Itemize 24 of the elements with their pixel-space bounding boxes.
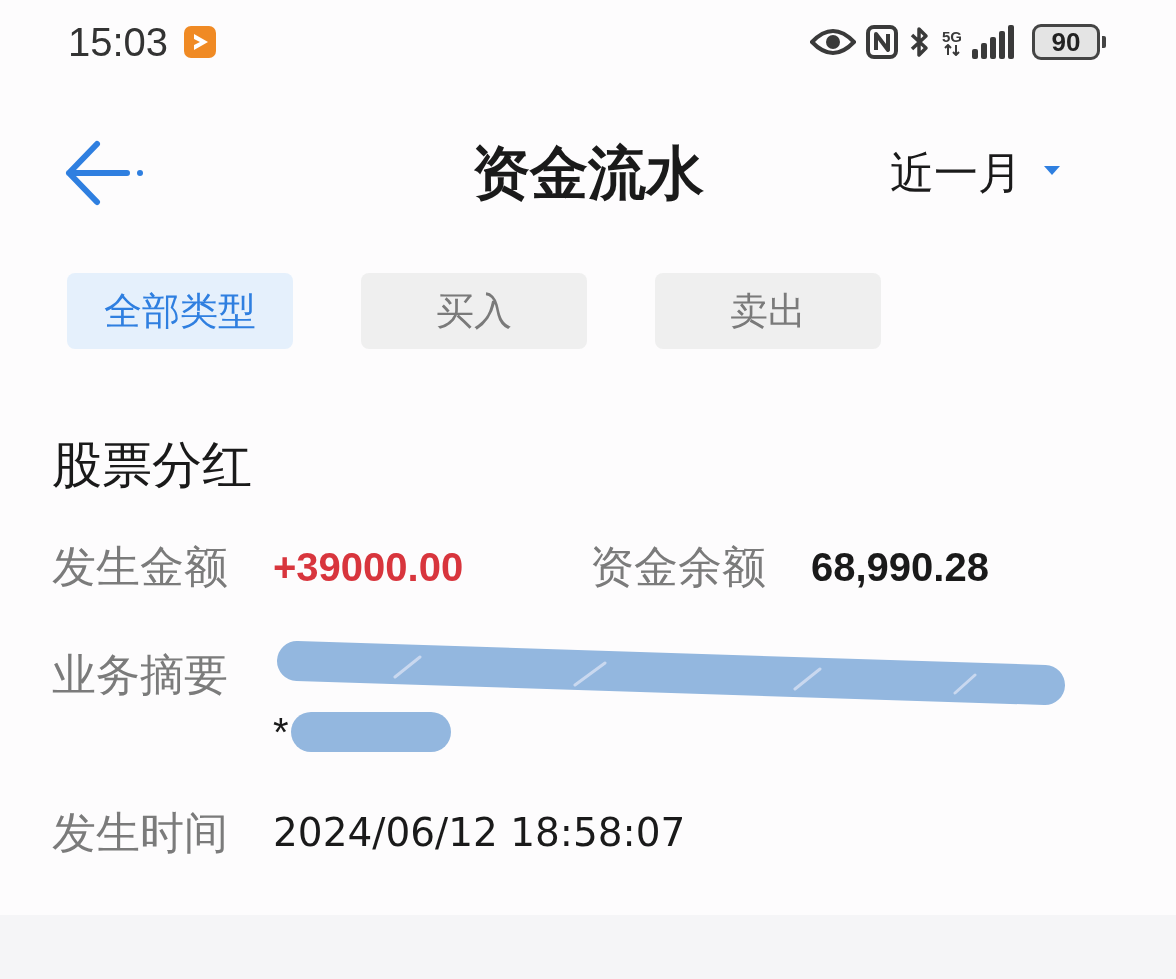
amount-value: +39000.00 [273,544,465,591]
filter-tab[interactable]: 全部类型 [67,273,293,349]
amount-label: 发生金额 [52,541,229,593]
balance-label: 资金余额 [590,541,767,593]
back-arrow-icon[interactable] [65,140,145,206]
caret-icon [1044,165,1060,175]
page-title: 资金流水 [472,139,704,207]
eye-icon [810,28,856,56]
time-label: 发生时间 [52,807,229,859]
filter-tab[interactable]: 买入 [361,273,587,349]
signal-icon [972,25,1016,59]
network-label: 5G [942,28,962,44]
summary-text: * [273,710,289,754]
record-title: 股票分红 [52,436,252,495]
summary-label: 业务摘要 [52,649,229,701]
status-time: 15:03 [68,20,169,64]
nfc-icon [866,25,898,59]
period-dropdown[interactable]: 近一月 [890,145,1060,201]
battery-indicator: 90 [1032,24,1106,60]
time-value: 2024/06/12 18:58:07 [273,809,686,857]
filter-tab[interactable]: 卖出 [655,273,881,349]
play-badge-icon [184,26,217,58]
data-arrows-icon [944,43,960,56]
balance-value: 68,990.28 [811,544,989,591]
